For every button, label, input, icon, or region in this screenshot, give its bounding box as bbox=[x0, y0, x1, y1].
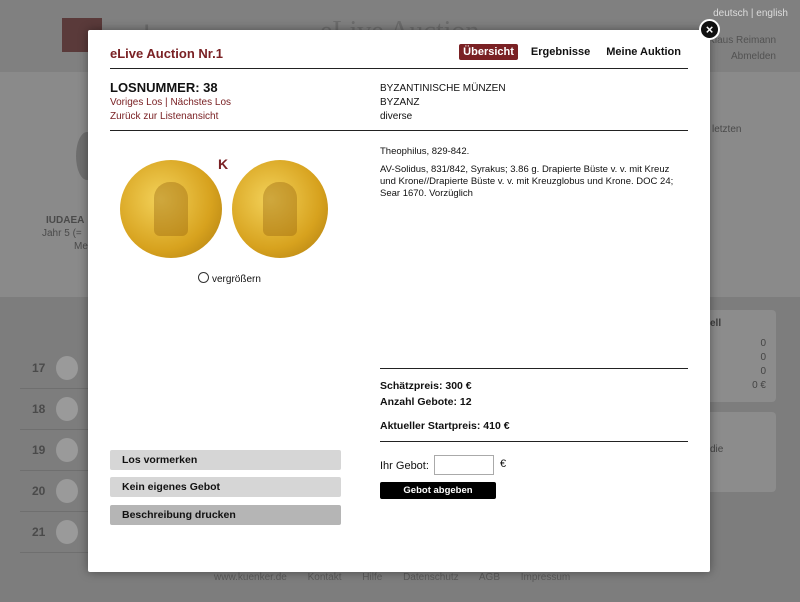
modal-tabs: Übersicht Ergebnisse Meine Auktion bbox=[459, 44, 684, 60]
list-item: 18 bbox=[20, 389, 90, 430]
kuenker-logo-mark: K bbox=[218, 156, 229, 172]
user-name: Klaus Reimann bbox=[708, 35, 776, 46]
coin-thumbnail bbox=[56, 397, 78, 421]
coin-image[interactable]: K bbox=[110, 150, 342, 262]
background-coin-title: IUDAEA bbox=[46, 215, 85, 226]
list-item: 17 bbox=[20, 348, 90, 389]
background-panel-title: ell bbox=[710, 318, 722, 329]
logout-link: Abmelden bbox=[730, 51, 776, 62]
list-item: 20 bbox=[20, 471, 90, 512]
divider bbox=[110, 130, 688, 131]
lot-category: BYZANTINISCHE MÜNZEN BYZANZ diverse bbox=[380, 82, 506, 124]
coin-obverse bbox=[120, 160, 222, 258]
bid-input[interactable] bbox=[434, 455, 494, 475]
zoom-link[interactable]: vergrößern bbox=[198, 272, 261, 285]
background-footer: www.kuenker.de Kontakt Hilfe Datenschutz… bbox=[214, 572, 571, 583]
background-panel2-text: die bbox=[710, 444, 724, 455]
lot-number: 20 bbox=[32, 484, 46, 498]
lot-number: 18 bbox=[32, 402, 46, 416]
background-panel-value: 0 bbox=[760, 338, 766, 349]
coin-thumbnail bbox=[56, 479, 78, 503]
category-line-2: BYZANZ bbox=[380, 97, 420, 108]
coin-thumbnail bbox=[56, 438, 78, 462]
current-start-price: Aktueller Startpreis: 410 € bbox=[380, 420, 510, 432]
background-panel-2: die bbox=[700, 412, 776, 492]
next-lot-link[interactable]: Nächstes Los bbox=[170, 97, 231, 108]
lot-number: 21 bbox=[32, 525, 46, 539]
background-lot-list: 17 18 19 20 21 bbox=[20, 348, 90, 553]
link-separator: | bbox=[165, 97, 168, 108]
lot-detail-modal: eLive Auction Nr.1 Übersicht Ergebnisse … bbox=[88, 30, 710, 572]
lot-number-heading: LOSNUMMER: 38 bbox=[110, 80, 218, 95]
background-panel-value: 0 bbox=[760, 366, 766, 377]
magnifier-icon bbox=[198, 272, 209, 283]
lot-navigation: Voriges Los | Nächstes Los Zurück zur Li… bbox=[110, 96, 231, 124]
coin-reverse bbox=[232, 160, 328, 258]
watch-lot-button[interactable]: Los vormerken bbox=[110, 450, 341, 470]
lot-number: 17 bbox=[32, 361, 46, 375]
estimate-price: Schätzpreis: 300 € bbox=[380, 380, 472, 392]
lot-number: 19 bbox=[32, 443, 46, 457]
background-coin-sub2: Me bbox=[74, 241, 88, 252]
lot-ruler: Theophilus, 829-842. bbox=[380, 146, 470, 157]
list-item: 21 bbox=[20, 512, 90, 553]
divider bbox=[110, 68, 688, 69]
category-line-3: diverse bbox=[380, 111, 413, 122]
background-coin-sub1: Jahr 5 (= bbox=[42, 228, 82, 239]
zoom-label: vergrößern bbox=[212, 274, 261, 285]
divider bbox=[380, 368, 688, 369]
tab-overview[interactable]: Übersicht bbox=[459, 44, 518, 60]
user-area: Klaus Reimann Abmelden bbox=[708, 33, 776, 65]
back-to-list-link[interactable]: Zurück zur Listenansicht bbox=[110, 111, 218, 122]
divider bbox=[380, 441, 688, 442]
previous-lot-link[interactable]: Voriges Los bbox=[110, 97, 162, 108]
currency-symbol: € bbox=[500, 458, 507, 470]
bid-label: Ihr Gebot: bbox=[380, 460, 429, 472]
print-description-button[interactable]: Beschreibung drucken bbox=[110, 505, 341, 525]
category-line-1: BYZANTINISCHE MÜNZEN bbox=[380, 83, 506, 94]
coin-thumbnail bbox=[56, 356, 78, 380]
language-switch: deutsch | english bbox=[713, 8, 788, 19]
lot-description: AV-Solidus, 831/842, Syrakus; 3.86 g. Dr… bbox=[380, 164, 674, 199]
bid-count: Anzahl Gebote: 12 bbox=[380, 396, 472, 408]
background-coin-caption: IUDAEA Jahr 5 (= Me bbox=[42, 214, 88, 253]
close-icon[interactable]: × bbox=[699, 19, 720, 40]
tab-my-auction[interactable]: Meine Auktion bbox=[603, 44, 684, 60]
background-panel-value: 0 bbox=[760, 352, 766, 363]
tab-results[interactable]: Ergebnisse bbox=[528, 44, 593, 60]
list-item: 19 bbox=[20, 430, 90, 471]
coin-thumbnail bbox=[56, 520, 78, 544]
background-panel-value: 0 € bbox=[752, 380, 766, 391]
submit-bid-button[interactable]: Gebot abgeben bbox=[380, 482, 496, 499]
no-own-bid-button[interactable]: Kein eigenes Gebot bbox=[110, 477, 341, 497]
background-right-text: letzten bbox=[712, 124, 742, 135]
background-panel: ell 0 0 0 0 € bbox=[700, 310, 776, 402]
modal-title: eLive Auction Nr.1 bbox=[110, 46, 223, 61]
